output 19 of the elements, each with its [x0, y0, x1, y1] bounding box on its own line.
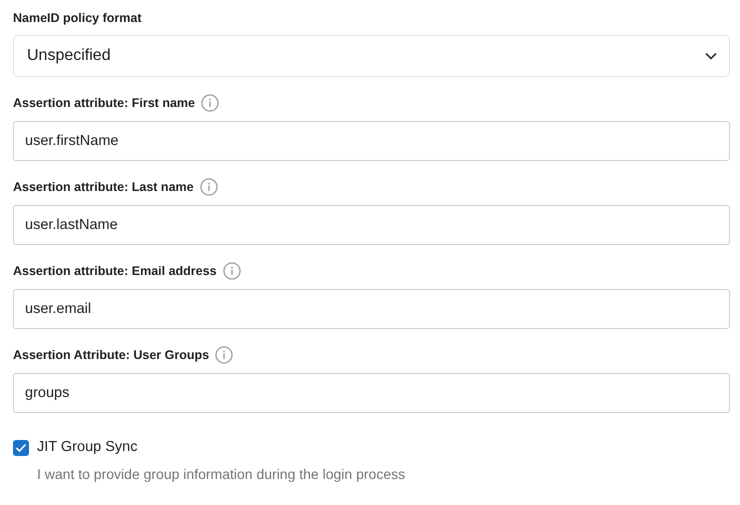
input-field[interactable]: groups	[13, 373, 730, 413]
input-field[interactable]: user.lastName	[13, 205, 730, 245]
chevron-down-icon	[705, 52, 717, 60]
checkbox-description: I want to provide group information during the login process	[37, 464, 406, 484]
input-field[interactable]: user.firstName	[13, 121, 730, 161]
field-label: Assertion attribute: First name	[13, 94, 195, 112]
info-icon[interactable]	[200, 94, 219, 112]
dropdown[interactable]: Unspecified	[13, 35, 730, 77]
info-icon[interactable]	[200, 178, 218, 196]
checkbox-label: JIT Group Sync	[37, 438, 138, 457]
field-label: Assertion attribute: Email address	[13, 262, 217, 280]
checkmark-icon	[15, 442, 27, 453]
checkbox[interactable]	[13, 440, 29, 456]
input-field[interactable]: user.email	[13, 289, 730, 329]
field-label: Assertion attribute: Last name	[13, 178, 194, 196]
field-label: NameID policy format	[13, 10, 143, 27]
info-icon[interactable]	[222, 262, 241, 280]
info-icon[interactable]	[215, 346, 234, 364]
field-label: Assertion Attribute: User Groups	[13, 346, 210, 364]
